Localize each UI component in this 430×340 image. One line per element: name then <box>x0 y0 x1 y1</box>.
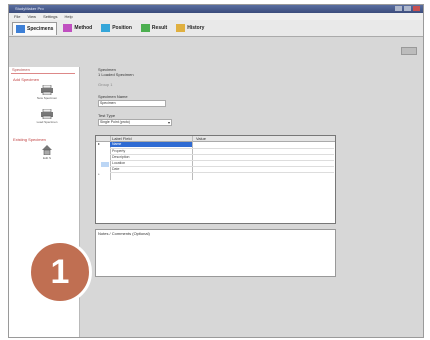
tab-method[interactable]: Method <box>60 22 95 34</box>
notes-textarea[interactable]: Notes / Comments (Optional) <box>95 229 336 277</box>
section-existing-specimen: Existing Specimen <box>13 137 46 142</box>
group-value: Group 1 <box>98 82 113 87</box>
sidebar-item-load-specimen[interactable]: Load Specimen <box>27 109 67 124</box>
step-number: 1 <box>50 252 70 291</box>
grid-row-line <box>110 166 334 167</box>
specimen-value: 1 Loaded Specimen <box>98 72 134 77</box>
notes-label: Notes / Comments (Optional) <box>98 231 150 236</box>
new-row-icon: * <box>98 172 100 177</box>
maximize-button[interactable] <box>404 6 411 11</box>
specimen-name-input[interactable]: Specimen <box>98 100 166 107</box>
tab-bar: Specimens Method Position Result History <box>9 20 423 37</box>
table-row[interactable]: Date <box>112 167 119 171</box>
table-row[interactable]: Location <box>112 161 125 165</box>
section-add-specimen: Add Specimen <box>13 77 40 82</box>
window-controls <box>395 6 420 11</box>
tab-label: Specimens <box>27 25 54 32</box>
table-row[interactable]: Property <box>112 149 125 153</box>
test-type-label: Test Type <box>98 113 116 118</box>
tab-result[interactable]: Result <box>138 22 170 34</box>
title-bar: StudyMaker Pro <box>9 5 423 13</box>
grid-header-value: Value <box>196 136 206 141</box>
result-icon <box>140 24 150 32</box>
tab-history[interactable]: History <box>173 22 207 34</box>
tab-label: Result <box>151 25 168 31</box>
specimen-icon <box>16 24 25 33</box>
tab-label: History <box>187 25 205 31</box>
printer-icon <box>41 85 53 95</box>
test-type-select[interactable]: Single Point (proto) ▾ <box>98 119 172 126</box>
sidebar-item-label: New Specimen <box>36 96 58 100</box>
printer-icon <box>41 109 53 119</box>
specimen-name-value: Specimen <box>100 101 116 105</box>
tab-position[interactable]: Position <box>98 22 135 34</box>
sidebar-divider <box>11 73 75 74</box>
grid-row-line <box>110 148 334 149</box>
step-number-badge: 1 <box>28 240 92 304</box>
sidebar-item-label: Edit S <box>42 156 51 160</box>
row-pointer-icon: ▸ <box>98 141 101 146</box>
grid-row-line <box>110 160 334 161</box>
toolbar-button[interactable] <box>401 47 417 55</box>
sidebar-item-new-specimen[interactable]: New Specimen <box>27 85 67 100</box>
row-header-cell <box>101 162 109 167</box>
tab-label: Method <box>74 25 93 31</box>
close-button[interactable] <box>413 6 420 11</box>
menu-bar: File View Settings Help <box>9 13 423 20</box>
position-icon <box>101 24 111 32</box>
specimen-properties-grid[interactable]: Label Field Value ▸ Name Property Descri… <box>95 135 336 224</box>
sidebar-item-edit-specimen[interactable]: Edit S <box>27 145 67 160</box>
tab-specimens[interactable]: Specimens <box>12 21 58 35</box>
table-row-selected[interactable]: Name <box>110 142 192 147</box>
house-icon <box>42 145 52 155</box>
sidebar-item-label: Load Specimen <box>36 120 58 124</box>
table-row[interactable]: Description <box>112 155 130 159</box>
chevron-down-icon: ▾ <box>167 120 170 125</box>
tab-label: Position <box>112 25 132 31</box>
history-icon <box>176 24 186 32</box>
test-type-value: Single Point (proto) <box>100 120 130 124</box>
grid-row-line <box>110 154 334 155</box>
grid-cell: Name <box>112 142 122 146</box>
specimen-name-label: Specimen Name <box>98 94 128 99</box>
sidebar-header: Specimen <box>12 67 30 72</box>
grid-row-line <box>110 172 334 173</box>
menu-view[interactable]: View <box>27 14 36 19</box>
grid-column-line <box>192 136 193 180</box>
grid-header-label: Label Field <box>112 136 132 141</box>
minimize-button[interactable] <box>395 6 402 11</box>
menu-help[interactable]: Help <box>65 14 73 19</box>
window-title: StudyMaker Pro <box>15 6 44 11</box>
menu-file[interactable]: File <box>14 14 20 19</box>
method-icon <box>63 24 73 32</box>
menu-settings[interactable]: Settings <box>43 14 57 19</box>
